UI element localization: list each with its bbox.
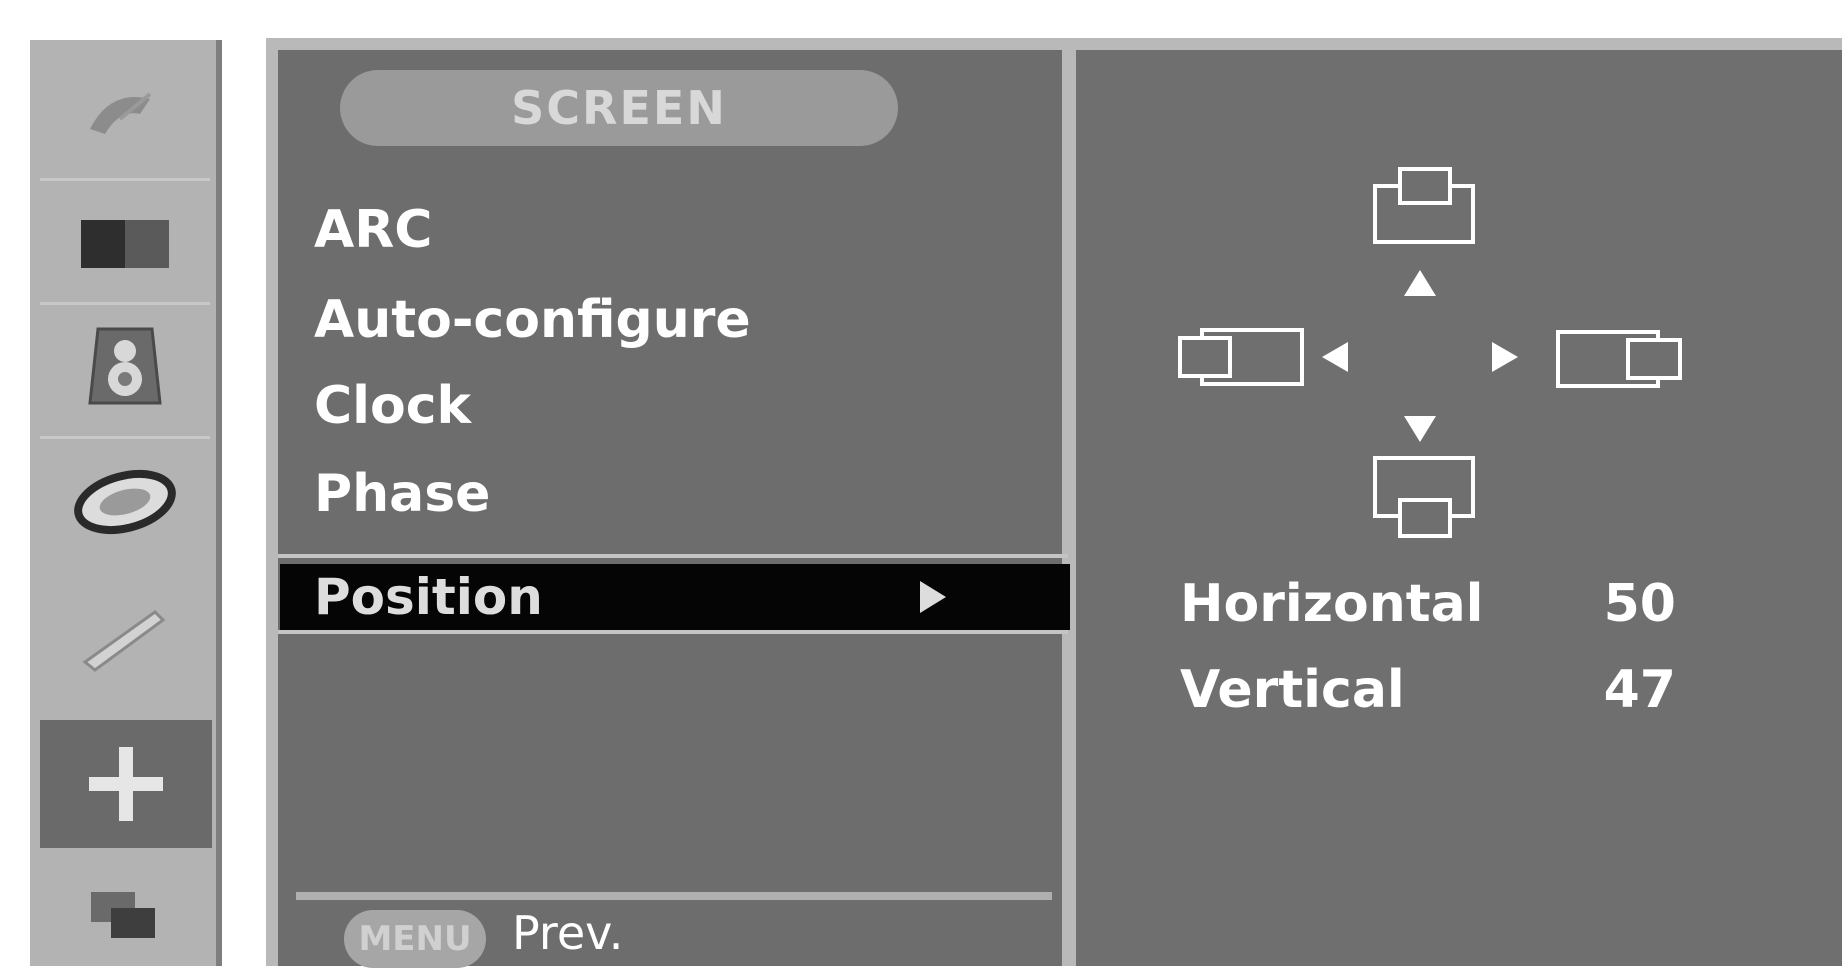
- down-arrow-icon[interactable]: [1402, 414, 1438, 444]
- panel-divider: [1062, 48, 1076, 966]
- move-down-icon[interactable]: [1372, 452, 1476, 540]
- horizontal-value: 50: [1603, 574, 1676, 634]
- menu-item-auto-configure[interactable]: Auto-configure: [314, 290, 751, 350]
- category-sidebar: [30, 40, 222, 966]
- prev-label: Prev.: [512, 906, 624, 960]
- menu-separator: [278, 630, 1068, 634]
- vertical-value: 47: [1603, 660, 1676, 720]
- menu-item-clock[interactable]: Clock: [314, 376, 471, 436]
- pip-window-icon: [91, 892, 155, 938]
- menu-item-position[interactable]: Position: [280, 564, 1070, 630]
- footer-divider: [296, 892, 1052, 900]
- selected-item-label: Position: [314, 568, 543, 626]
- horizontal-label: Horizontal: [1180, 574, 1484, 634]
- sidebar-item-sound[interactable]: [40, 302, 210, 430]
- position-panel: Horizontal 50 Vertical 47: [1076, 50, 1842, 966]
- sidebar-item-station[interactable]: [40, 50, 210, 178]
- move-left-icon[interactable]: [1176, 324, 1308, 390]
- menu-button[interactable]: MENU: [344, 910, 486, 968]
- special-tool-icon: [82, 610, 166, 672]
- right-arrow-icon[interactable]: [1490, 340, 1520, 374]
- sidebar-item-time[interactable]: [40, 438, 210, 566]
- sidebar-item-screen[interactable]: [40, 720, 212, 848]
- time-dial-icon: [74, 469, 176, 535]
- vertical-label: Vertical: [1180, 660, 1405, 720]
- satellite-dish-icon: [90, 92, 152, 134]
- sidebar-item-pip[interactable]: [40, 852, 210, 980]
- picture-icon: [81, 220, 169, 268]
- screen-menu: SCREEN ARC Auto-configure Clock Phase Po…: [278, 50, 1070, 968]
- sound-speaker-icon: [88, 327, 162, 405]
- sidebar-item-picture[interactable]: [40, 180, 210, 308]
- screen-position-cross-icon: [89, 747, 163, 821]
- menu-item-phase[interactable]: Phase: [314, 464, 490, 524]
- menu-item-arc[interactable]: ARC: [314, 200, 432, 260]
- move-right-icon[interactable]: [1554, 326, 1686, 392]
- move-up-icon[interactable]: [1372, 166, 1476, 248]
- submenu-arrow-icon: [920, 581, 946, 613]
- menu-title: SCREEN: [340, 70, 898, 146]
- up-arrow-icon[interactable]: [1402, 268, 1438, 298]
- left-arrow-icon[interactable]: [1320, 340, 1350, 374]
- sidebar-item-special[interactable]: [40, 572, 210, 700]
- menu-separator: [278, 554, 1068, 558]
